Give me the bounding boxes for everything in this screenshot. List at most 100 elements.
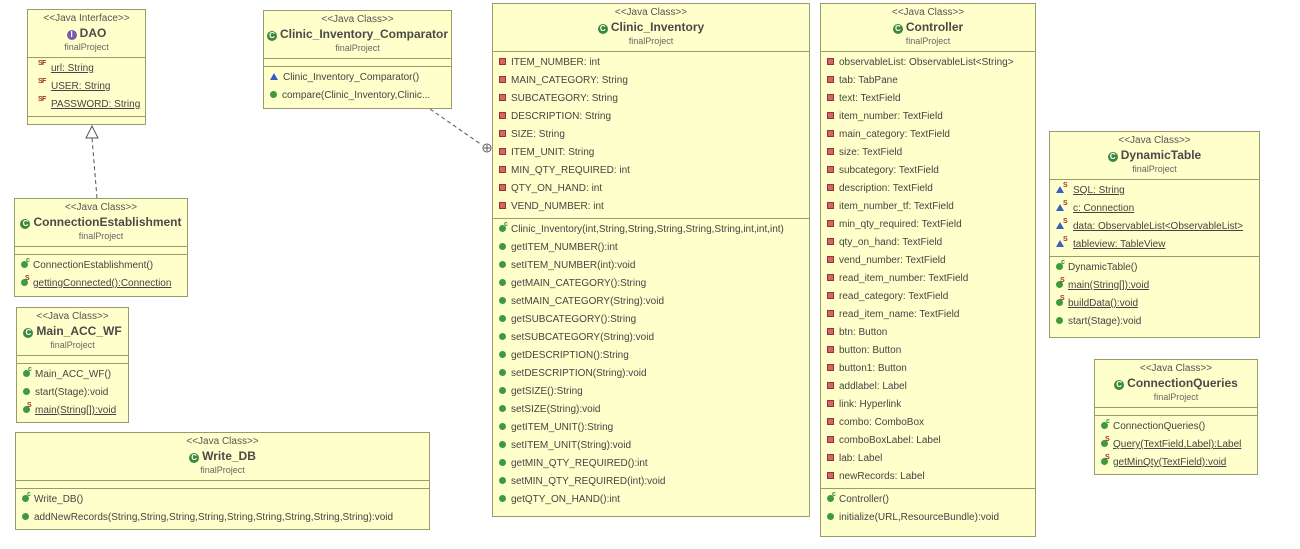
private-field-icon — [827, 418, 834, 425]
fields-section — [17, 356, 128, 363]
static-final-field-icon: SF — [38, 96, 47, 103]
fields-section — [16, 481, 429, 488]
method: getDESCRIPTION():String — [511, 350, 629, 361]
private-field-icon — [499, 76, 506, 83]
private-field-icon — [499, 112, 506, 119]
private-field-icon — [827, 76, 834, 83]
public-method-icon — [1056, 317, 1063, 324]
field: subcategory: TextField — [839, 165, 939, 176]
class-header: <<Java Class>> C ConnectionQueries finalP… — [1095, 360, 1257, 408]
field: read_item_name: TextField — [839, 309, 960, 320]
class-box-dynamic-table[interactable]: <<Java Class>> C DynamicTable finalProjec… — [1049, 131, 1260, 338]
class-name: ConnectionEstablishment — [33, 215, 182, 229]
realization-line — [91, 137, 98, 199]
static-method-icon: S — [1056, 295, 1065, 306]
method: initialize(URL,ResourceBundle):void — [839, 512, 1000, 523]
methods-section: c ConnectionQueries() S Query(TextField,La… — [1095, 415, 1257, 474]
class-name: Write_DB — [202, 449, 256, 463]
private-field-icon — [827, 148, 834, 155]
methods-section: c Write_DB() addNewRecords(String,String,… — [16, 488, 429, 529]
public-method-icon — [499, 459, 506, 466]
field: main_category: TextField — [839, 129, 950, 140]
interface-icon: I — [66, 30, 77, 40]
method: getSIZE():String — [511, 386, 583, 397]
class-box-clinic-inventory-comparator[interactable]: <<Java Class>> C Clinic_Inventory_Compara… — [263, 10, 452, 109]
private-field-icon — [827, 382, 834, 389]
class-box-clinic-inventory[interactable]: <<Java Class>> C Clinic_Inventory finalPr… — [492, 3, 810, 517]
static-package-field-icon: S — [1056, 218, 1068, 229]
class-header: <<Java Interface>> I DAO finalProject — [28, 10, 145, 58]
field: MAIN_CATEGORY: String — [511, 75, 628, 86]
private-field-icon — [827, 364, 834, 371]
private-field-icon — [827, 346, 834, 353]
field: MIN_QTY_REQUIRED: int — [511, 165, 630, 176]
class-box-write-db[interactable]: <<Java Class>> C Write_DB finalProject cW… — [15, 432, 430, 530]
field: read_category: TextField — [839, 291, 949, 302]
class-box-connection-queries[interactable]: <<Java Class>> C ConnectionQueries finalP… — [1094, 359, 1258, 475]
private-field-icon — [827, 274, 834, 281]
field: SQL: String — [1073, 185, 1125, 196]
public-method-icon — [499, 477, 506, 484]
private-field-icon — [499, 148, 506, 155]
class-icon: C — [597, 24, 608, 34]
method: main(String[]):void — [1068, 280, 1150, 291]
private-field-icon — [827, 58, 834, 65]
field: addlabel: Label — [839, 381, 907, 392]
method: setMIN_QTY_REQUIRED(int):void — [511, 476, 666, 487]
method: Controller() — [839, 494, 890, 505]
method: compare(Clinic_Inventory,Clinic... — [282, 90, 431, 101]
field: observableList: ObservableList<String> — [839, 57, 1014, 68]
class-box-controller[interactable]: <<Java Class>> C Controller finalProject … — [820, 3, 1036, 537]
field: VEND_NUMBER: int — [511, 201, 604, 212]
stereotype: <<Java Class>> — [36, 311, 109, 322]
private-field-icon — [827, 112, 834, 119]
static-final-field-icon: SF — [38, 78, 47, 85]
method: setSIZE(String):void — [511, 404, 601, 415]
public-method-icon — [499, 333, 506, 340]
method: getMAIN_CATEGORY():String — [511, 278, 647, 289]
method: setITEM_UNIT(String):void — [511, 440, 632, 451]
package-name: finalProject — [335, 43, 380, 53]
static-method-icon: S — [21, 275, 30, 286]
method: getITEM_UNIT():String — [511, 422, 614, 433]
method: getSUBCATEGORY():String — [511, 314, 637, 325]
stereotype: <<Java Class>> — [1118, 135, 1191, 146]
package-name: finalProject — [905, 36, 951, 46]
class-name: Main_ACC_WF — [36, 324, 122, 338]
fields-section: ITEM_NUMBER: int MAIN_CATEGORY: String S… — [493, 52, 809, 218]
public-method-icon — [499, 297, 506, 304]
stereotype: <<Java Class>> — [321, 14, 394, 25]
public-method-icon — [499, 495, 506, 502]
private-field-icon — [499, 58, 506, 65]
public-method-icon — [499, 423, 506, 430]
package-name: finalProject — [200, 465, 245, 475]
class-box-dao[interactable]: <<Java Interface>> I DAO finalProject SF u… — [27, 9, 146, 125]
field: url: String — [51, 63, 94, 74]
class-header: <<Java Class>> C Clinic_Inventory_Compara… — [264, 11, 451, 59]
public-method-icon — [499, 387, 506, 394]
field: text: TextField — [839, 93, 901, 104]
private-field-icon — [499, 166, 506, 173]
public-method-icon — [499, 405, 506, 412]
class-icon: C — [266, 31, 277, 41]
package-constructor-icon — [270, 73, 278, 80]
private-field-icon — [827, 220, 834, 227]
class-icon: C — [1114, 380, 1125, 390]
field: min_qty_required: TextField — [839, 219, 962, 230]
stereotype: <<Java Class>> — [614, 7, 688, 18]
method: Query(TextField,Label):Label — [1113, 439, 1242, 450]
private-field-icon — [499, 202, 506, 209]
field: item_number: TextField — [839, 111, 943, 122]
field: button: Button — [839, 345, 902, 356]
field: description: TextField — [839, 183, 933, 194]
package-name: finalProject — [50, 340, 95, 350]
class-box-main-acc-wf[interactable]: <<Java Class>> C Main_ACC_WF finalProject… — [16, 307, 129, 423]
private-field-icon — [827, 292, 834, 299]
method: main(String[]):void — [35, 405, 117, 416]
class-box-connection-establishment[interactable]: <<Java Class>> C ConnectionEstablishment … — [14, 198, 188, 297]
fields-section — [1095, 408, 1257, 415]
constructor-icon: c — [22, 491, 31, 502]
field: DESCRIPTION: String — [511, 111, 612, 122]
stereotype: <<Java Interface>> — [43, 13, 130, 24]
class-header: <<Java Class>> C Clinic_Inventory finalPr… — [493, 4, 809, 52]
